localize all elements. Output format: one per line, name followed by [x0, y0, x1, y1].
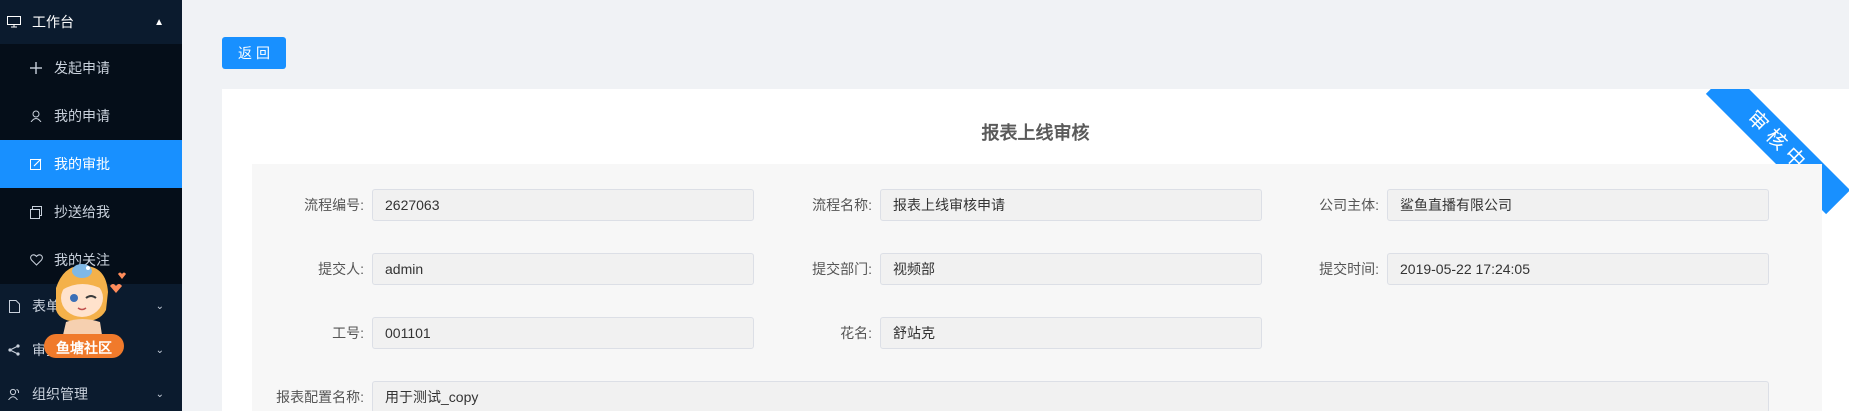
sidebar-item-apply[interactable]: 发起申请 [0, 44, 182, 92]
chevron-down-icon: ⌄ [155, 388, 164, 400]
submitter-field[interactable]: admin [372, 253, 754, 285]
flow-name-field[interactable]: 报表上线审核申请 [880, 189, 1262, 221]
document-icon [6, 298, 22, 314]
mascot-sticker[interactable]: 鱼塘社区 [44, 256, 144, 374]
sidebar-item-label: 我的申请 [54, 108, 110, 124]
field-report-name: 报表配置名称: 用于测试_copy [252, 380, 1769, 411]
chevron-down-icon: ⌄ [155, 344, 164, 356]
report-name-label: 报表配置名称: [276, 389, 364, 405]
sidebar-item-label: 我的审批 [54, 156, 110, 172]
form-row: 工号: 001101 花名: 舒站克 [252, 316, 1822, 350]
form-row: 提交人: admin 提交部门: 视频部 提交时间: 2019-05-22 17… [252, 252, 1822, 286]
menu-org-management-label: 组织管理 [32, 386, 88, 402]
company-label: 公司主体: [1319, 197, 1379, 213]
nickname-label: 花名: [840, 325, 872, 341]
form-row: 报表配置名称: 用于测试_copy [252, 380, 1822, 411]
nickname-field[interactable]: 舒站克 [880, 317, 1262, 349]
submitter-label: 提交人: [318, 261, 364, 277]
submit-time-field[interactable]: 2019-05-22 17:24:05 [1387, 253, 1769, 285]
mascot-badge-text: 鱼塘社区 [56, 340, 112, 356]
heart-icon [28, 252, 44, 268]
dept-label: 提交部门: [812, 261, 872, 277]
flow-no-label: 流程编号: [304, 197, 364, 213]
sidebar-item-cc-to-me[interactable]: 抄送给我 [0, 188, 182, 236]
company-field[interactable]: 鲨鱼直播有限公司 [1387, 189, 1769, 221]
field-emp-no: 工号: 001101 [252, 316, 754, 350]
emp-no-label: 工号: [332, 325, 364, 341]
field-company: 公司主体: 鲨鱼直播有限公司 [1267, 188, 1769, 222]
form-area: 流程编号: 2627063 流程名称: 报表上线审核申请 公司主体: 鲨鱼直播有… [252, 164, 1822, 411]
sidebar-item-label: 发起申请 [54, 60, 110, 76]
dept-field[interactable]: 视频部 [880, 253, 1262, 285]
flow-name-label: 流程名称: [812, 197, 872, 213]
menu-workbench[interactable]: 工作台 ▲ [0, 0, 182, 44]
page-title: 报表上线审核 [981, 123, 1090, 143]
user-icon [28, 108, 44, 124]
field-dept: 提交部门: 视频部 [760, 252, 1262, 286]
sidebar-item-label: 抄送给我 [54, 204, 110, 220]
edit-icon [28, 156, 44, 172]
workbench-submenu: 发起申请 我的申请 我的审批 抄送给我 我的关注 [0, 44, 182, 284]
sidebar-item-my-applications[interactable]: 我的申请 [0, 92, 182, 140]
submit-time-label: 提交时间: [1319, 261, 1379, 277]
copy-icon [28, 204, 44, 220]
report-name-field[interactable]: 用于测试_copy [372, 381, 1769, 411]
field-submitter: 提交人: admin [252, 252, 754, 286]
chevron-down-icon: ⌄ [155, 300, 164, 312]
emp-no-field[interactable]: 001101 [372, 317, 754, 349]
users-icon [6, 386, 22, 402]
field-flow-name: 流程名称: 报表上线审核申请 [760, 188, 1262, 222]
approval-card: 报表上线审核 审核中 流程编号: 2627063 流程名称: 报表上线审核申请 … [222, 89, 1849, 411]
sidebar-item-my-approvals[interactable]: 我的审批 [0, 140, 182, 188]
field-nickname: 花名: 舒站克 [760, 316, 1262, 350]
chevron-up-icon: ▲ [154, 16, 164, 28]
monitor-icon [6, 14, 22, 30]
form-row: 流程编号: 2627063 流程名称: 报表上线审核申请 公司主体: 鲨鱼直播有… [252, 188, 1822, 222]
back-button[interactable]: 返回 [222, 37, 286, 69]
plus-icon [28, 60, 44, 76]
field-submit-time: 提交时间: 2019-05-22 17:24:05 [1267, 252, 1769, 286]
share-icon [6, 342, 22, 358]
main-content: 返回 报表上线审核 审核中 流程编号: 2627063 流程名称: 报表上线审核… [182, 0, 1849, 411]
field-flow-no: 流程编号: 2627063 [252, 188, 754, 222]
menu-org-management[interactable]: 组织管理 ⌄ [0, 372, 182, 411]
menu-workbench-label: 工作台 [32, 14, 74, 30]
flow-no-field[interactable]: 2627063 [372, 189, 754, 221]
